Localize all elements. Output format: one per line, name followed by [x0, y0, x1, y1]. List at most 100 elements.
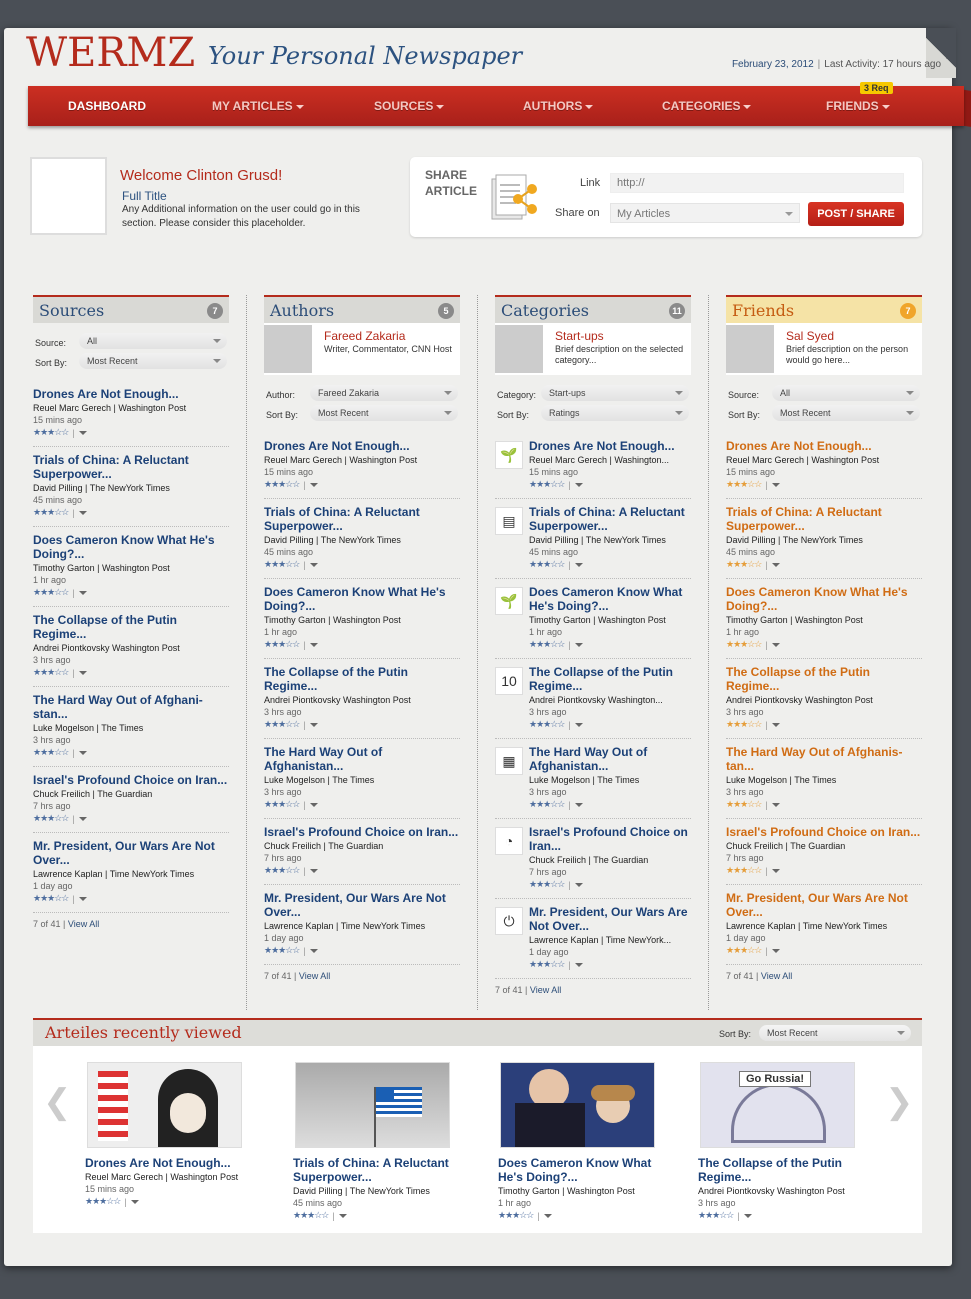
- article-title-link[interactable]: The Collapse of the Putin Regime...: [726, 665, 922, 693]
- rating-stars[interactable]: ★★★☆☆ |: [498, 1210, 678, 1221]
- recent-article-card[interactable]: Trials of China: A Reluctant Superpower.…: [293, 1062, 473, 1221]
- nav-categories[interactable]: CATEGORIES: [662, 99, 752, 113]
- filter-select[interactable]: Ratings: [541, 405, 689, 421]
- view-all-link[interactable]: View All: [530, 985, 561, 995]
- rating-stars[interactable]: ★★★☆☆ |: [529, 719, 691, 730]
- categories-count-badge[interactable]: 11: [669, 303, 685, 319]
- article-title-link[interactable]: Drones Are Not Enough...: [85, 1156, 265, 1170]
- rating-stars[interactable]: ★★★☆☆ |: [33, 507, 229, 518]
- article-title-link[interactable]: Trials of China: A Reluctant Superpower.…: [33, 453, 229, 481]
- article-title-link[interactable]: Mr. President, Our Wars Are Not Over...: [529, 905, 691, 933]
- rating-stars[interactable]: ★★★☆☆ |: [293, 1210, 473, 1221]
- rating-stars[interactable]: ★★★☆☆ |: [264, 639, 460, 650]
- rating-stars[interactable]: ★★★☆☆ |: [726, 945, 922, 956]
- article-title-link[interactable]: The Hard Way Out of Afghanistan...: [529, 745, 691, 773]
- rating-stars[interactable]: ★★★☆☆ |: [529, 799, 691, 810]
- article-title-link[interactable]: Mr. President, Our Wars Are Not Over...: [33, 839, 229, 867]
- article-title-link[interactable]: The Collapse of the Putin Regime...: [33, 613, 229, 641]
- carousel-next-icon[interactable]: ❯: [885, 1082, 914, 1122]
- rating-stars[interactable]: ★★★☆☆ |: [33, 747, 229, 758]
- article-title-link[interactable]: Drones Are Not Enough...: [529, 439, 691, 453]
- link-input[interactable]: http://: [610, 173, 904, 193]
- article-thumbnail[interactable]: [500, 1062, 655, 1148]
- rating-stars[interactable]: ★★★☆☆ |: [529, 559, 691, 570]
- recent-article-card[interactable]: Go Russia! The Collapse of the Putin Regi…: [698, 1062, 878, 1221]
- filter-select[interactable]: Most Recent: [772, 405, 920, 421]
- rating-stars[interactable]: ★★★☆☆ |: [726, 865, 922, 876]
- filter-select[interactable]: Most Recent: [310, 405, 458, 421]
- article-thumbnail[interactable]: [87, 1062, 242, 1148]
- article-title-link[interactable]: Israel's Profound Choice on Iran...: [529, 825, 691, 853]
- rating-stars[interactable]: ★★★☆☆ |: [529, 959, 691, 970]
- filter-select[interactable]: Most Recent: [79, 353, 227, 369]
- article-title-link[interactable]: The Collapse of the Putin Regime...: [529, 665, 691, 693]
- recent-article-card[interactable]: Drones Are Not Enough... Reuel Marc Gerec…: [85, 1062, 265, 1207]
- friends-request-badge[interactable]: 3 Req: [860, 82, 893, 94]
- view-all-link[interactable]: View All: [299, 971, 330, 981]
- article-title-link[interactable]: The Hard Way Out of Afghanistan...: [264, 745, 460, 773]
- article-title-link[interactable]: The Collapse of the Putin Regime...: [264, 665, 460, 693]
- rating-stars[interactable]: ★★★☆☆ |: [726, 559, 922, 570]
- rating-stars[interactable]: ★★★☆☆ |: [529, 879, 691, 890]
- article-title-link[interactable]: The Collapse of the Putin Regime...: [698, 1156, 878, 1184]
- sources-count-badge[interactable]: 7: [207, 303, 223, 319]
- rating-stars[interactable]: ★★★☆☆ |: [264, 559, 460, 570]
- filter-select[interactable]: Fareed Zakaria: [310, 385, 458, 401]
- logo[interactable]: WERMZ: [26, 30, 195, 76]
- article-title-link[interactable]: Trials of China: A Reluctant Superpower.…: [529, 505, 691, 533]
- rating-stars[interactable]: ★★★☆☆ |: [264, 945, 460, 956]
- article-title-link[interactable]: Drones Are Not Enough...: [264, 439, 460, 453]
- authors-count-badge[interactable]: 5: [438, 303, 454, 319]
- rating-stars[interactable]: ★★★☆☆ |: [85, 1196, 265, 1207]
- recent-article-card[interactable]: Does Cameron Know What He's Doing?... Tim…: [498, 1062, 678, 1221]
- article-title-link[interactable]: Israel's Profound Choice on Iran...: [726, 825, 922, 839]
- rating-stars[interactable]: ★★★☆☆ |: [698, 1210, 878, 1221]
- filter-select[interactable]: All: [772, 385, 920, 401]
- nav-authors[interactable]: AUTHORS: [523, 99, 594, 113]
- carousel-prev-icon[interactable]: ❮: [43, 1082, 72, 1122]
- article-title-link[interactable]: Does Cameron Know What He's Doing?...: [529, 585, 691, 613]
- rating-stars[interactable]: ★★★☆☆ |: [264, 865, 460, 876]
- article-title-link[interactable]: Mr. President, Our Wars Are Not Over...: [264, 891, 460, 919]
- nav-sources[interactable]: SOURCES: [374, 99, 445, 113]
- view-all-link[interactable]: View All: [761, 971, 792, 981]
- article-title-link[interactable]: Trials of China: A Reluctant Superpower.…: [264, 505, 460, 533]
- article-title-link[interactable]: Mr. President, Our Wars Are Not Over...: [726, 891, 922, 919]
- rating-stars[interactable]: ★★★☆☆ |: [33, 813, 229, 824]
- friends-profile[interactable]: Sal Syed Brief description on the person …: [726, 323, 922, 375]
- article-title-link[interactable]: Does Cameron Know What He's Doing?...: [498, 1156, 678, 1184]
- post-share-button[interactable]: POST / SHARE: [808, 202, 904, 226]
- article-title-link[interactable]: Drones Are Not Enough...: [726, 439, 922, 453]
- article-title-link[interactable]: The Hard Way Out of Afghanis-tan...: [726, 745, 922, 773]
- rating-stars[interactable]: ★★★☆☆ |: [726, 799, 922, 810]
- share-on-select[interactable]: My Articles: [610, 203, 800, 223]
- nav-dashboard[interactable]: DASHBOARD: [68, 99, 146, 113]
- filter-select[interactable]: Start-ups: [541, 385, 689, 401]
- nav-friends[interactable]: FRIENDS: [826, 99, 890, 113]
- rating-stars[interactable]: ★★★☆☆ |: [33, 893, 229, 904]
- view-all-link[interactable]: View All: [68, 919, 99, 929]
- rating-stars[interactable]: ★★★☆☆ |: [264, 719, 460, 730]
- rating-stars[interactable]: ★★★☆☆ |: [726, 719, 922, 730]
- rating-stars[interactable]: ★★★☆☆ |: [529, 479, 691, 490]
- filter-select[interactable]: All: [79, 333, 227, 349]
- article-title-link[interactable]: Trials of China: A Reluctant Superpower.…: [726, 505, 922, 533]
- article-title-link[interactable]: Israel's Profound Choice on Iran...: [264, 825, 460, 839]
- rating-stars[interactable]: ★★★☆☆ |: [726, 479, 922, 490]
- article-title-link[interactable]: Drones Are Not Enough...: [33, 387, 229, 401]
- authors-profile[interactable]: Fareed Zakaria Writer, Commentator, CNN H…: [264, 323, 460, 375]
- article-thumbnail[interactable]: Go Russia!: [700, 1062, 855, 1148]
- article-title-link[interactable]: Does Cameron Know What He's Doing?...: [33, 533, 229, 561]
- friends-count-badge[interactable]: 7: [900, 303, 916, 319]
- article-title-link[interactable]: Does Cameron Know What He's Doing?...: [726, 585, 922, 613]
- rating-stars[interactable]: ★★★☆☆ |: [264, 799, 460, 810]
- categories-profile[interactable]: Start-ups Brief description on the select…: [495, 323, 691, 375]
- rating-stars[interactable]: ★★★☆☆ |: [529, 639, 691, 650]
- article-thumbnail[interactable]: [295, 1062, 450, 1148]
- article-title-link[interactable]: The Hard Way Out of Afghani-stan...: [33, 693, 229, 721]
- article-title-link[interactable]: Israel's Profound Choice on Iran...: [33, 773, 229, 787]
- rating-stars[interactable]: ★★★☆☆ |: [264, 479, 460, 490]
- avatar[interactable]: [30, 157, 107, 235]
- nav-my-articles[interactable]: MY ARTICLES: [212, 99, 304, 113]
- rating-stars[interactable]: ★★★☆☆ |: [33, 587, 229, 598]
